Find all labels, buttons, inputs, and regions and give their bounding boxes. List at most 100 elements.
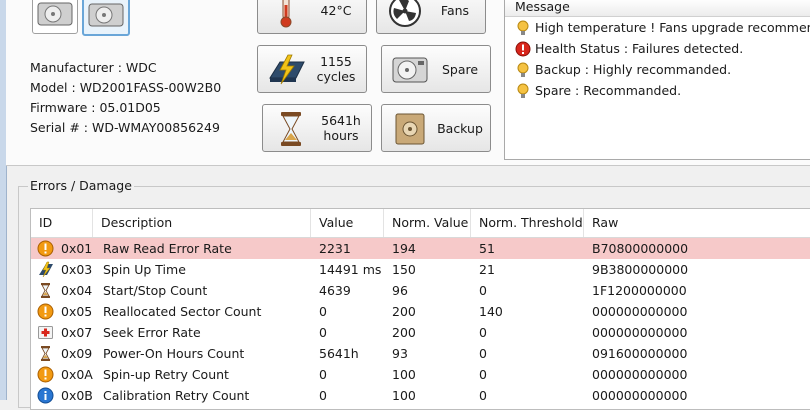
cell-raw: 1F1200000000 [592, 283, 687, 298]
table-row[interactable]: 0x03 Spin Up Time 14491 ms 150 21 9B380000000… [31, 259, 810, 280]
cell-id: 0x07 [61, 325, 93, 340]
info-icon [37, 387, 54, 404]
backup-button[interactable]: Backup [381, 104, 491, 152]
cell-desc: Spin-up Retry Count [103, 367, 229, 382]
cell-norm: 96 [392, 283, 408, 298]
column-header-id[interactable]: ID [31, 209, 93, 237]
fans-label: Fans [440, 2, 470, 18]
bulb-icon [517, 62, 529, 77]
cell-value: 0 [319, 325, 327, 340]
table-row[interactable]: 0x09 Power-On Hours Count 5641h 93 0 09160000… [31, 343, 810, 364]
cell-value: 0 [319, 367, 327, 382]
temperature-button[interactable]: 42°C [257, 0, 367, 34]
cell-raw: 000000000000 [592, 367, 688, 382]
drive-icon-1[interactable] [32, 0, 78, 34]
cell-desc: Calibration Retry Count [103, 388, 250, 403]
cell-id: 0x0A [61, 367, 93, 382]
thermometer-icon [280, 0, 292, 28]
cell-thresh: 140 [479, 304, 503, 319]
errors-group-title: Errors / Damage [28, 178, 134, 193]
message-list[interactable]: Message High temperature ! Fans upgrade … [504, 0, 810, 160]
cell-id: 0x0B [61, 388, 93, 403]
cell-id: 0x03 [61, 262, 93, 277]
hours-label: 5641h hours [321, 113, 361, 143]
spin-icon [39, 261, 53, 278]
cell-value: 4639 [319, 283, 351, 298]
drive-icon-2-selected[interactable] [82, 0, 130, 36]
cell-raw: 9B3800000000 [592, 262, 689, 277]
hourglass-icon [41, 283, 50, 298]
message-text: Backup : Highly recommanded. [535, 62, 732, 77]
backup-label: Backup [437, 120, 483, 136]
errors-table-body: 0x01 Raw Read Error Rate 2231 194 51 B7080000… [31, 238, 810, 406]
spare-drive-icon [392, 57, 428, 83]
cell-thresh: 0 [479, 346, 487, 361]
serial-text: Serial # : WD-WMAY00856249 [30, 120, 220, 135]
cell-norm: 100 [392, 388, 416, 403]
error-icon [515, 41, 531, 57]
fans-button[interactable]: Fans [376, 0, 486, 34]
warning-icon [37, 303, 54, 320]
errors-table-header: ID Description Value Norm. Value Norm. T… [31, 209, 810, 238]
cell-norm: 200 [392, 304, 416, 319]
message-row[interactable]: Spare : Recommanded. [505, 80, 810, 101]
fan-icon [389, 0, 421, 27]
cell-id: 0x04 [61, 283, 93, 298]
cell-raw: B70800000000 [592, 241, 689, 256]
table-row[interactable]: 0x0B Calibration Retry Count 0 100 0 00000000… [31, 385, 810, 406]
manufacturer-text: Manufacturer : WDC [30, 60, 157, 75]
cycles-button[interactable]: 1155 cycles [257, 45, 367, 93]
hard-drive-icon [37, 2, 73, 26]
cell-thresh: 0 [479, 283, 487, 298]
message-row[interactable]: Backup : Highly recommanded. [505, 59, 810, 80]
cell-norm: 194 [392, 241, 416, 256]
cell-raw: 000000000000 [592, 388, 688, 403]
errors-table[interactable]: ID Description Value Norm. Value Norm. T… [30, 208, 810, 410]
table-row[interactable]: 0x07 Seek Error Rate 0 200 0 000000000000 [31, 322, 810, 343]
hourglass-icon [281, 112, 301, 146]
message-header: Message [505, 0, 810, 17]
cell-value: 2231 [319, 241, 351, 256]
cell-desc: Raw Read Error Rate [103, 241, 232, 256]
cell-raw: 091600000000 [592, 346, 688, 361]
message-text: Health Status : Failures detected. [535, 41, 744, 56]
bulb-icon [517, 83, 529, 98]
cell-value: 0 [319, 388, 327, 403]
hourglass-icon [41, 346, 50, 361]
message-row[interactable]: High temperature ! Fans upgrade recommen… [505, 17, 810, 38]
table-row[interactable]: 0x04 Start/Stop Count 4639 96 0 1F1200000000 [31, 280, 810, 301]
column-header-norm-value[interactable]: Norm. Value [384, 209, 471, 237]
table-row[interactable]: 0x05 Reallocated Sector Count 0 200 140 00000… [31, 301, 810, 322]
bulb-icon [517, 20, 529, 35]
column-header-raw[interactable]: Raw [584, 209, 810, 237]
cell-norm: 200 [392, 325, 416, 340]
message-row[interactable]: Health Status : Failures detected. [505, 38, 810, 59]
message-text: High temperature ! Fans upgrade recommen… [535, 20, 810, 35]
cell-thresh: 51 [479, 241, 495, 256]
column-header-value[interactable]: Value [311, 209, 384, 237]
firmware-text: Firmware : 05.01D05 [30, 100, 161, 115]
column-header-norm-threshold[interactable]: Norm. Threshold [471, 209, 584, 237]
model-text: Model : WD2001FASS-00W2B0 [30, 80, 222, 95]
table-row[interactable]: 0x0A Spin-up Retry Count 0 100 0 000000000000 [31, 364, 810, 385]
cell-desc: Start/Stop Count [103, 283, 208, 298]
cell-thresh: 0 [479, 388, 487, 403]
cell-id: 0x01 [61, 241, 93, 256]
cycles-label: 1155 cycles [316, 54, 356, 84]
hours-button[interactable]: 5641h hours [262, 104, 372, 152]
cell-desc: Reallocated Sector Count [103, 304, 262, 319]
safe-icon [395, 113, 425, 145]
column-header-description[interactable]: Description [93, 209, 311, 237]
drive-info: Manufacturer : WDC Model : WD2001FASS-00… [30, 58, 221, 138]
cell-id: 0x05 [61, 304, 93, 319]
table-row[interactable]: 0x01 Raw Read Error Rate 2231 194 51 B7080000… [31, 238, 810, 259]
cell-id: 0x09 [61, 346, 93, 361]
spare-button[interactable]: Spare [381, 45, 491, 93]
firstaid-icon [38, 326, 53, 339]
cell-thresh: 21 [479, 262, 495, 277]
hard-drive-icon [88, 3, 124, 27]
cell-norm: 150 [392, 262, 416, 277]
warning-icon [37, 366, 54, 383]
cell-value: 14491 ms [319, 262, 382, 277]
cell-raw: 000000000000 [592, 304, 688, 319]
